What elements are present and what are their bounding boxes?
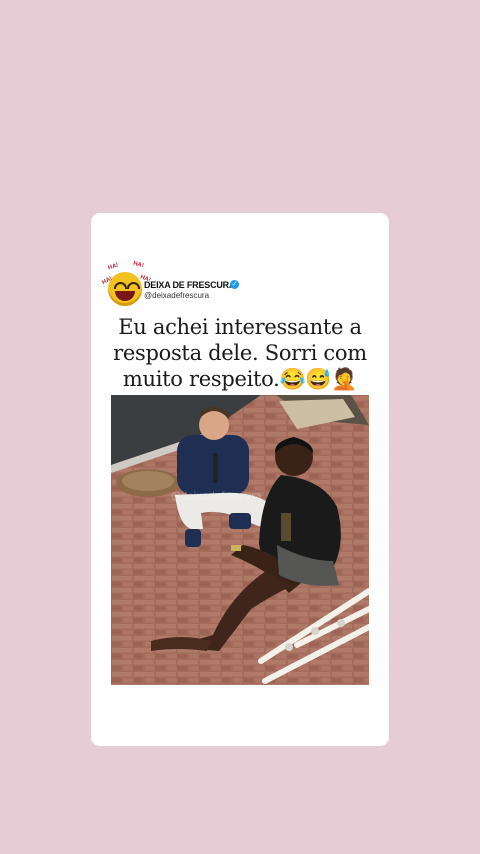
laughing-emoji-avatar[interactable] bbox=[108, 272, 142, 306]
verified-badge-icon: ✓ bbox=[230, 280, 239, 289]
caption-line: muito respeito.😂😅🤦 bbox=[122, 367, 358, 391]
post-card: HA! HA! HA! HA! DEIXA DE FRESCURA ✓ @dei… bbox=[91, 213, 389, 746]
account-name[interactable]: DEIXA DE FRESCURA bbox=[144, 280, 235, 290]
caption-line: Eu achei interessante a bbox=[118, 315, 362, 339]
caption-line: resposta dele. Sorri com bbox=[113, 341, 367, 365]
post-photo[interactable]: @deixadefrescura bbox=[111, 395, 369, 685]
avatar-haha-text: HA! bbox=[107, 262, 120, 272]
post-caption: Eu achei interessante a resposta dele. S… bbox=[91, 314, 389, 392]
avatar-eye-right bbox=[127, 282, 140, 289]
photo-watermark: @deixadefrescura bbox=[171, 491, 262, 502]
street-interview-photo-icon bbox=[111, 395, 369, 685]
avatar-mouth bbox=[115, 291, 135, 301]
avatar-eye-left bbox=[114, 282, 127, 289]
post-header[interactable]: HA! HA! HA! HA! DEIXA DE FRESCURA ✓ @dei… bbox=[101, 261, 239, 306]
account-handle[interactable]: @deixadefrescura bbox=[144, 291, 209, 300]
avatar-haha-text: HA! bbox=[132, 260, 145, 270]
